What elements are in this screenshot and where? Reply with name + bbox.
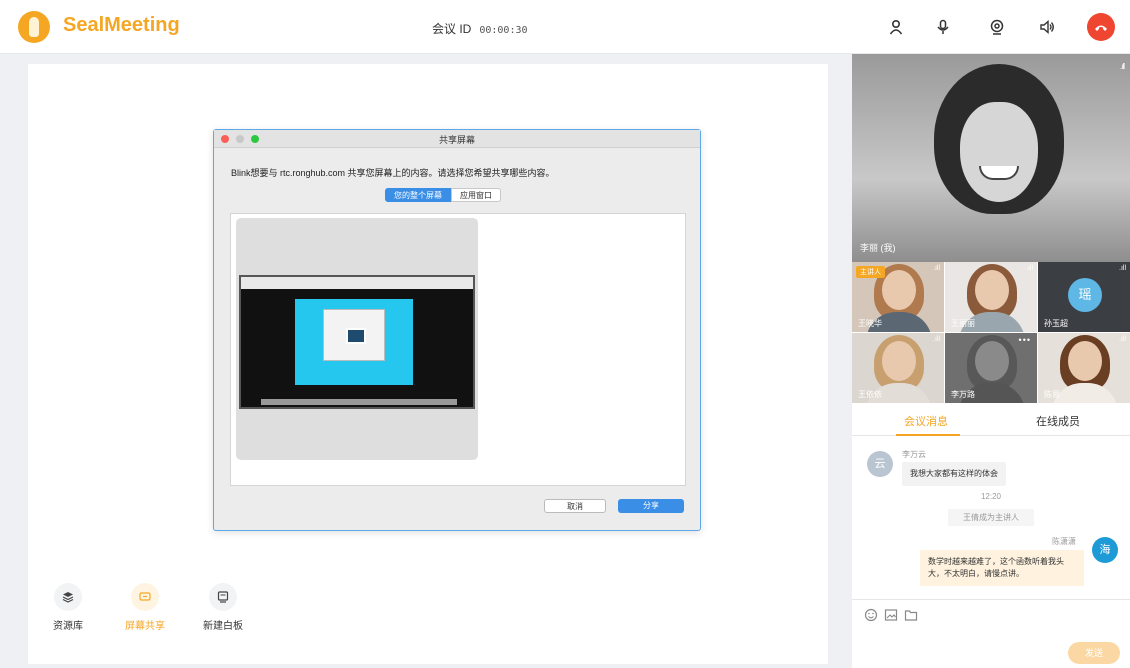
signal-icon: .ıll [1119,265,1126,272]
participant-grid: 主讲人 .ıll 王晓华 .ıll 王丽丽 瑶 .ıll 孙玉超 .ıll 王依… [852,262,1130,404]
participant-tile[interactable]: .ıll 王丽丽 [945,262,1037,332]
screen-share-tool[interactable]: 屏幕共享 [115,583,175,632]
send-button[interactable]: 发送 [1068,642,1120,664]
tab-members[interactable]: 在线成员 [1036,413,1080,429]
message-time: 12:20 [980,492,1002,501]
screen-choices-panel [230,213,686,486]
signal-icon: .ıll [933,336,940,343]
screen-share-label: 屏幕共享 [125,621,165,632]
tab-app-window[interactable]: 应用窗口 [451,188,501,202]
participant-name: 王依依 [858,390,882,399]
avatar: 云 [867,451,893,477]
participant-face [1068,341,1102,381]
side-tabs: 会议消息 在线成员 [852,404,1130,436]
screen-thumbnail-option[interactable] [236,218,478,460]
image-icon[interactable] [884,608,898,622]
participant-name: 王丽丽 [951,319,975,328]
library-label: 资源库 [53,621,83,632]
active-tab-indicator [896,434,960,436]
right-panel: .ıll 李丽 (我) 主讲人 .ıll 王晓华 .ıll 王丽丽 瑶 .ıll… [852,54,1130,668]
message-sender: 李万云 [902,450,926,459]
microphone-button[interactable] [929,13,957,41]
avatar: 海 [1092,537,1118,563]
participant-face [975,341,1009,381]
preview-window [323,309,385,361]
participant-name: 孙玉超 [1044,319,1068,328]
tab-messages[interactable]: 会议消息 [904,413,948,429]
user-icon [889,19,903,35]
screen-preview [239,275,475,409]
library-icon [54,583,82,611]
dialog-titlebar: 共享屏幕 [214,130,700,148]
message-list[interactable]: 云 李万云 我想大家都有这样的体会 12:20 王倩成为主讲人 海 陈潇潇 数学… [852,437,1130,599]
share-button[interactable]: 分享 [618,499,684,513]
participant-name: 王晓华 [858,319,882,328]
signal-icon: .ıll [1026,265,1033,272]
signal-icon: .ıll [1119,336,1126,343]
participant-name: 李万路 [951,390,975,399]
whiteboard-label: 新建白板 [203,621,243,632]
speaker-icon [1040,19,1054,35]
participant-tile[interactable]: .ıll 陈思 [1038,333,1130,403]
message-sender: 陈潇潇 [1052,537,1076,546]
participant-tile[interactable]: 瑶 .ıll 孙玉超 [1038,262,1130,332]
share-type-tabs: 您的整个屏幕 应用窗口 [385,188,501,202]
dialog-title: 共享屏幕 [438,135,475,145]
more-options-icon[interactable]: ••• [1019,335,1031,345]
chat-input-area[interactable]: 发送 [852,599,1130,668]
message-bubble: 数学时越来越难了，这个函数听着我头大，不太明白，请慢点讲。 [920,550,1084,586]
brand-name: SealMeeting [63,14,180,36]
main-video-face [960,102,1038,202]
microphone-icon [937,19,949,34]
participant-face [882,341,916,381]
meeting-id-label: 会议 ID [432,22,472,36]
participant-name: 陈思 [1044,390,1060,399]
hangup-button[interactable] [1087,13,1115,41]
participant-face [975,270,1009,310]
participant-avatar: 瑶 [1068,278,1102,312]
top-bar: SealMeeting 会议 ID 00:00:30 [0,0,1130,54]
tab-entire-screen[interactable]: 您的整个屏幕 [385,188,451,202]
participant-tile[interactable]: .ıll 王依依 [852,333,944,403]
meeting-id: 会议 ID 00:00:30 [432,20,528,37]
meeting-id-value: 00:00:30 [479,25,528,36]
folder-icon[interactable] [904,608,918,622]
camera-icon [990,19,1004,35]
participant-body [1052,383,1118,403]
hangup-icon [1095,25,1107,31]
main-video[interactable]: .ıll 李丽 (我) [852,54,1130,262]
participant-tile[interactable]: ••• 李万路 [945,333,1037,403]
main-video-name: 李丽 (我) [860,243,896,253]
sealmeeting-logo [18,11,50,43]
participant-tile[interactable]: 主讲人 .ıll 王晓华 [852,262,944,332]
signal-icon: .ıll [1120,62,1125,71]
signal-icon: .ıll [933,265,940,272]
cancel-button[interactable]: 取消 [544,499,606,513]
share-screen-dialog: 共享屏幕 Blink想要与 rtc.ronghub.com 共享您屏幕上的内容。… [213,129,701,531]
message-bubble: 我想大家都有这样的体会 [902,462,1006,486]
system-notice: 王倩成为主讲人 [948,509,1034,526]
emoji-icon[interactable] [864,608,878,622]
library-tool[interactable]: 资源库 [38,583,98,632]
members-button[interactable] [882,13,910,41]
whiteboard-tool[interactable]: 新建白板 [193,583,253,632]
host-badge: 主讲人 [856,266,885,278]
camera-button[interactable] [983,13,1011,41]
preview-menubar [241,277,473,289]
dialog-description: Blink想要与 rtc.ronghub.com 共享您屏幕上的内容。请选择您希… [231,168,555,178]
screen-share-icon [131,583,159,611]
whiteboard-icon [209,583,237,611]
preview-dock [261,399,457,405]
participant-face [882,270,916,310]
speaker-button[interactable] [1033,13,1061,41]
